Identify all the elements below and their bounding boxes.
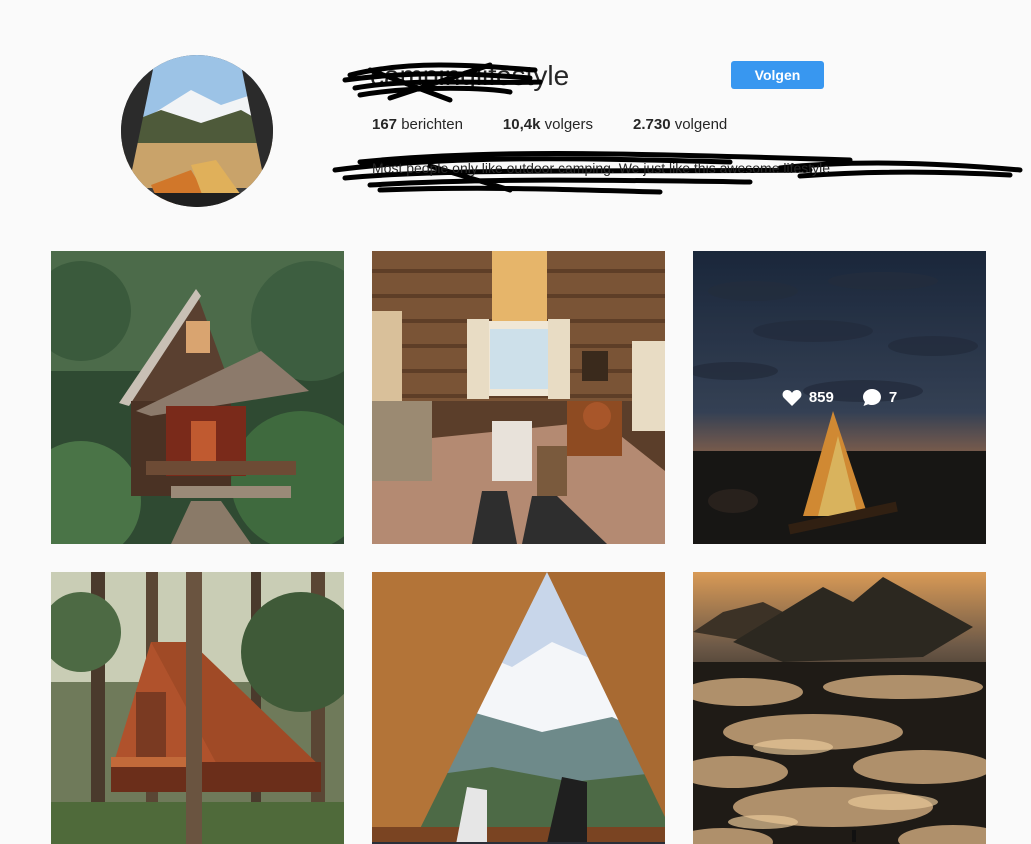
profile-bio: Most people only like outdoor camping. W… bbox=[372, 160, 831, 176]
profile-stats: 167 berichten 10,4k volgers 2.730 volgen… bbox=[372, 116, 767, 133]
profile-username: campinglifestyle bbox=[370, 60, 570, 91]
post-cabin-interior[interactable] bbox=[372, 251, 665, 544]
stat-followers[interactable]: 10,4k volgers bbox=[503, 116, 593, 133]
post-campfire[interactable]: 859 7 bbox=[693, 251, 986, 544]
comments-value: 7 bbox=[888, 389, 898, 406]
follow-button[interactable]: Volgen bbox=[731, 61, 824, 89]
post-mountain-clouds[interactable] bbox=[693, 572, 986, 844]
stat-following-label: volgend bbox=[674, 116, 728, 133]
stat-following[interactable]: 2.730 volgend bbox=[633, 116, 727, 133]
post-cabin-forest[interactable] bbox=[51, 251, 344, 544]
stat-followers-label: volgers bbox=[544, 116, 593, 133]
likes-count: 859 bbox=[782, 389, 834, 407]
post-tent-mountain-view[interactable] bbox=[372, 572, 665, 844]
stat-followers-value: 10,4k bbox=[502, 116, 541, 133]
comments-count: 7 bbox=[862, 388, 897, 407]
post-a-frame-cabin[interactable] bbox=[51, 572, 344, 844]
stat-posts-label: berichten bbox=[401, 116, 463, 133]
profile-avatar[interactable] bbox=[121, 55, 273, 207]
comment-icon bbox=[862, 389, 881, 406]
stat-following-value: 2.730 bbox=[633, 116, 671, 133]
stat-posts[interactable]: 167 berichten bbox=[372, 116, 463, 133]
heart-icon bbox=[782, 389, 802, 406]
stat-posts-value: 167 bbox=[372, 116, 398, 133]
likes-value: 859 bbox=[808, 389, 834, 406]
post-hover-overlay: 859 7 bbox=[693, 251, 986, 544]
